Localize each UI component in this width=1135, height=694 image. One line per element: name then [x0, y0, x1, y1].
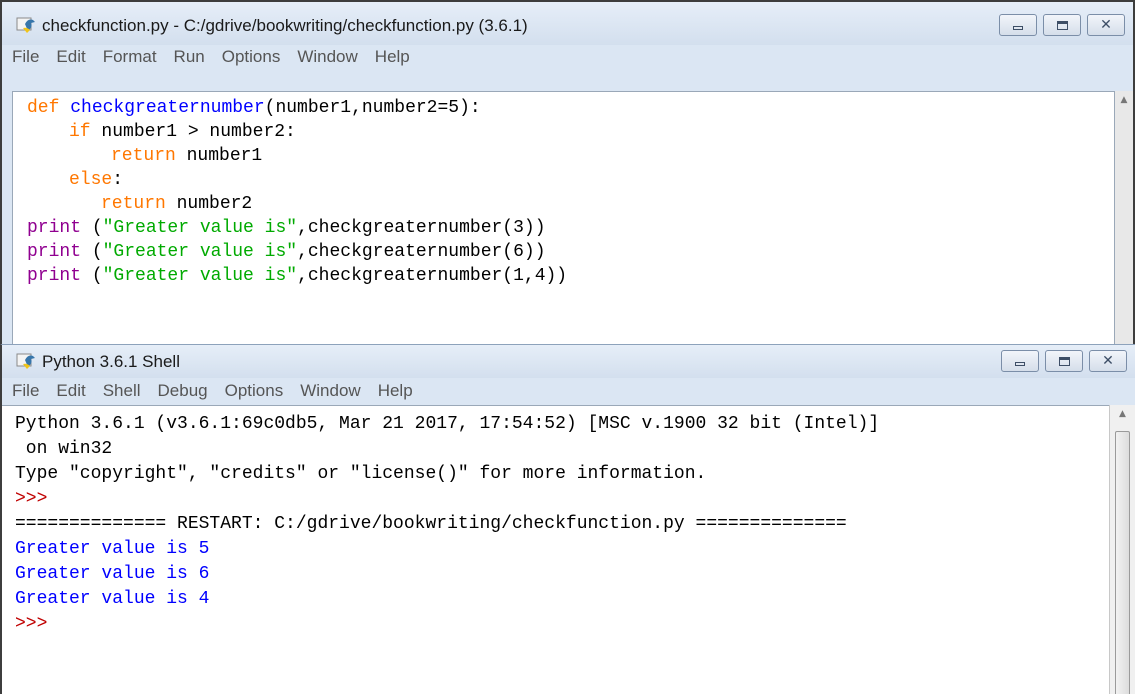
menu-file[interactable]: File — [12, 47, 39, 67]
shell-scrollbar-thumb[interactable] — [1115, 431, 1130, 694]
menu-help[interactable]: Help — [378, 381, 413, 401]
code-line: print ("Greater value is",checkgreaternu… — [27, 242, 546, 262]
close-icon: ✕ — [1100, 17, 1112, 33]
menu-help[interactable]: Help — [375, 47, 410, 67]
shell-prompt: >>> — [15, 614, 59, 634]
editor-window-controls: ✕ — [993, 14, 1125, 36]
editor-text-area[interactable]: def checkgreaternumber(number1,number2=5… — [12, 91, 1115, 350]
shell-close-button[interactable]: ✕ — [1089, 350, 1127, 372]
code-builtin: print — [27, 242, 82, 262]
menu-edit[interactable]: Edit — [56, 47, 85, 67]
maximize-icon — [1058, 356, 1070, 366]
shell-scrollbar[interactable]: ▲ — [1109, 405, 1135, 694]
scroll-up-icon[interactable]: ▲ — [1115, 95, 1133, 105]
editor-minimize-button[interactable] — [999, 14, 1037, 36]
shell-window: Python 3.6.1 Shell ✕ File Edit Shell Deb… — [0, 344, 1135, 694]
close-icon: ✕ — [1102, 353, 1114, 369]
code-text: (number1,number2=5): — [264, 98, 481, 118]
code-text: number1 > number2: — [90, 122, 296, 142]
shell-output-line: Greater value is 6 — [15, 564, 210, 584]
code-text: number2 — [165, 194, 253, 214]
editor-maximize-button[interactable] — [1043, 14, 1081, 36]
code-function-name: checkgreaternumber — [70, 98, 265, 118]
code-builtin: print — [27, 266, 82, 286]
code-keyword: return — [101, 194, 166, 214]
code-line: return number1 — [111, 146, 262, 166]
scroll-up-icon[interactable]: ▲ — [1110, 409, 1135, 419]
code-line: print ("Greater value is",checkgreaternu… — [27, 218, 546, 238]
menu-file[interactable]: File — [12, 381, 39, 401]
code-line: print ("Greater value is",checkgreaternu… — [27, 266, 568, 286]
code-builtin: print — [27, 218, 82, 238]
shell-output-line: Greater value is 5 — [15, 539, 210, 559]
shell-window-controls: ✕ — [995, 350, 1127, 372]
code-line: if number1 > number2: — [69, 122, 296, 142]
editor-close-button[interactable]: ✕ — [1087, 14, 1125, 36]
menu-options[interactable]: Options — [222, 47, 281, 67]
code-keyword: else — [69, 170, 113, 190]
shell-window-title: Python 3.6.1 Shell — [42, 352, 180, 371]
shell-maximize-button[interactable] — [1045, 350, 1083, 372]
minimize-icon — [1015, 362, 1025, 366]
shell-prompt: >>> — [15, 489, 59, 509]
code-keyword: def — [27, 98, 71, 118]
code-line: def checkgreaternumber(number1,number2=5… — [27, 98, 481, 118]
maximize-icon — [1056, 20, 1068, 30]
menu-window[interactable]: Window — [297, 47, 357, 67]
code-keyword: return — [111, 146, 176, 166]
editor-titlebar[interactable]: checkfunction.py - C:/gdrive/bookwriting… — [2, 2, 1133, 45]
code-text: : — [112, 170, 124, 190]
editor-menubar: File Edit Format Run Options Window Help — [2, 45, 1133, 69]
minimize-icon — [1013, 26, 1023, 30]
shell-minimize-button[interactable] — [1001, 350, 1039, 372]
code-text: ,checkgreaternumber(3)) — [297, 218, 546, 238]
code-line: else: — [69, 170, 123, 190]
code-text: number1 — [175, 146, 263, 166]
code-keyword: if — [69, 122, 91, 142]
shell-output-line: Greater value is 4 — [15, 589, 210, 609]
editor-window-title: checkfunction.py - C:/gdrive/bookwriting… — [42, 16, 528, 35]
shell-text-area[interactable]: Python 3.6.1 (v3.6.1:69c0db5, Mar 21 201… — [2, 405, 1109, 694]
editor-window: checkfunction.py - C:/gdrive/bookwriting… — [0, 0, 1135, 352]
shell-banner-line: Python 3.6.1 (v3.6.1:69c0db5, Mar 21 201… — [15, 414, 880, 434]
menu-format[interactable]: Format — [103, 47, 157, 67]
menu-window[interactable]: Window — [300, 381, 360, 401]
menu-shell[interactable]: Shell — [103, 381, 141, 401]
shell-titlebar[interactable]: Python 3.6.1 Shell ✕ — [2, 345, 1135, 378]
shell-banner-line: on win32 — [15, 439, 113, 459]
code-string: "Greater value is" — [102, 266, 298, 286]
code-string: "Greater value is" — [102, 242, 298, 262]
code-text: ,checkgreaternumber(1,4)) — [297, 266, 568, 286]
code-string: "Greater value is" — [102, 218, 298, 238]
code-line: return number2 — [101, 194, 252, 214]
menu-debug[interactable]: Debug — [158, 381, 208, 401]
editor-scrollbar[interactable]: ▲ — [1115, 91, 1133, 349]
menu-edit[interactable]: Edit — [56, 381, 85, 401]
menu-options[interactable]: Options — [225, 381, 284, 401]
shell-restart-line: ============== RESTART: C:/gdrive/bookwr… — [15, 514, 847, 534]
shell-menubar: File Edit Shell Debug Options Window Hel… — [2, 378, 1135, 404]
python-idle-icon — [16, 353, 35, 369]
menu-run[interactable]: Run — [174, 47, 205, 67]
python-idle-icon — [16, 17, 35, 33]
code-text: ,checkgreaternumber(6)) — [297, 242, 546, 262]
shell-banner-line: Type "copyright", "credits" or "license(… — [15, 464, 707, 484]
